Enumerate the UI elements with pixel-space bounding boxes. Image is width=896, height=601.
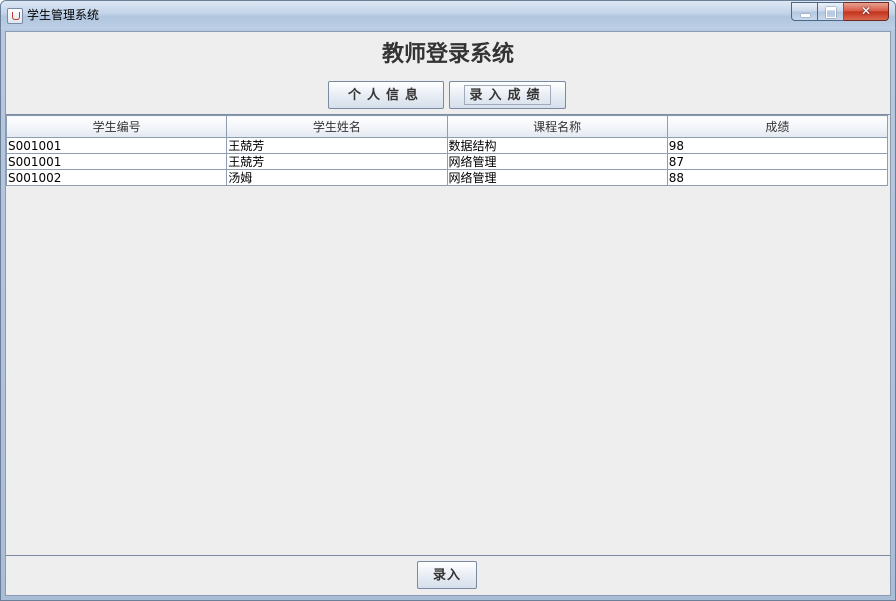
table-row[interactable]: S001001 王兢芳 数据结构 98 bbox=[5, 137, 889, 154]
maximize-button[interactable] bbox=[818, 2, 844, 21]
cell-course-name[interactable]: 网络管理 bbox=[446, 153, 668, 170]
column-header-course-name[interactable]: 课程名称 bbox=[446, 115, 668, 138]
enter-grades-button[interactable]: 录入成绩 bbox=[449, 81, 566, 109]
cell-student-id[interactable]: S001001 bbox=[5, 153, 228, 170]
title-bar[interactable]: 学生管理系统 ✕ bbox=[1, 1, 895, 29]
grades-table: 学生编号 学生姓名 课程名称 成绩 S001001 王兢芳 数据结构 98 S0… bbox=[5, 115, 889, 186]
cell-student-name[interactable]: 汤姆 bbox=[226, 169, 448, 186]
personal-info-button[interactable]: 个人信息 bbox=[328, 81, 444, 109]
minimize-button[interactable] bbox=[791, 2, 818, 21]
java-app-icon bbox=[7, 8, 23, 24]
window-title: 学生管理系统 bbox=[27, 8, 100, 22]
cell-student-id[interactable]: S001001 bbox=[5, 137, 228, 154]
column-header-score[interactable]: 成绩 bbox=[666, 115, 889, 138]
column-header-student-name[interactable]: 学生姓名 bbox=[226, 115, 448, 138]
cell-student-name[interactable]: 王兢芳 bbox=[226, 153, 448, 170]
cell-score[interactable]: 87 bbox=[666, 153, 889, 170]
app-window: 学生管理系统 ✕ 教师登录系统 个人信息 录入成绩 学生编号 学生姓名 课程名称… bbox=[0, 0, 896, 601]
table-header-row: 学生编号 学生姓名 课程名称 成绩 bbox=[5, 115, 889, 138]
cell-student-id[interactable]: S001002 bbox=[5, 169, 228, 186]
cell-student-name[interactable]: 王兢芳 bbox=[226, 137, 448, 154]
grades-table-scrollpane[interactable]: 学生编号 学生姓名 课程名称 成绩 S001001 王兢芳 数据结构 98 S0… bbox=[5, 114, 890, 556]
column-header-student-id[interactable]: 学生编号 bbox=[5, 115, 228, 138]
page-title: 教师登录系统 bbox=[381, 41, 514, 67]
cell-course-name[interactable]: 数据结构 bbox=[446, 137, 668, 154]
content-panel: 教师登录系统 个人信息 录入成绩 学生编号 学生姓名 课程名称 成绩 S0010… bbox=[5, 31, 891, 596]
close-icon: ✕ bbox=[860, 4, 872, 18]
submit-entry-button[interactable]: 录入 bbox=[417, 561, 477, 589]
window-controls: ✕ bbox=[791, 2, 889, 21]
table-row[interactable]: S001002 汤姆 网络管理 88 bbox=[5, 169, 889, 186]
close-button[interactable]: ✕ bbox=[844, 2, 889, 21]
maximize-icon bbox=[818, 3, 843, 20]
cell-course-name[interactable]: 网络管理 bbox=[446, 169, 668, 186]
table-row[interactable]: S001001 王兢芳 网络管理 87 bbox=[5, 153, 889, 170]
cell-score[interactable]: 88 bbox=[666, 169, 889, 186]
cell-score[interactable]: 98 bbox=[666, 137, 889, 154]
minimize-icon bbox=[792, 3, 817, 20]
